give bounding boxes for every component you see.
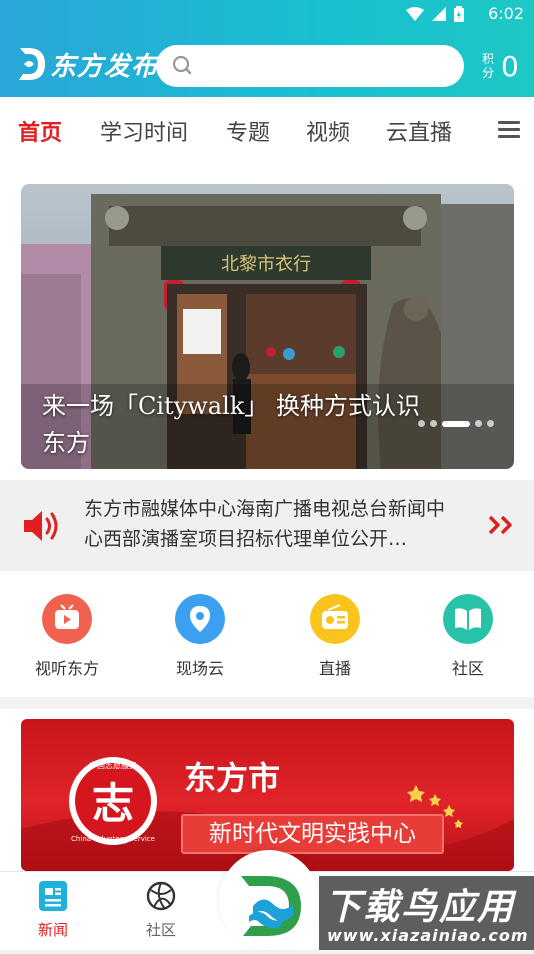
nav-community[interactable]: 社区 <box>126 880 196 940</box>
watermark-title: 下载鸟应用 <box>325 887 516 928</box>
promo-subtitle: 新时代文明实践中心 <box>181 814 444 854</box>
points-value: 0 <box>501 50 519 83</box>
volunteer-badge-text: China Volunteer Service <box>71 835 155 843</box>
carousel-dot <box>475 420 482 427</box>
search-icon <box>172 55 192 75</box>
battery-icon <box>454 6 464 22</box>
tab-topics[interactable]: 专题 <box>226 115 270 147</box>
carousel-dot <box>487 420 494 427</box>
logo-icon <box>19 48 45 80</box>
news-icon <box>39 881 67 911</box>
volunteer-badge-top: 中国志愿服务 <box>89 760 137 770</box>
promo-title: 东方市 <box>184 759 281 797</box>
watermark-url: www.xiazainiao.com <box>327 926 529 945</box>
shortcut-live[interactable]: 直播 <box>285 594 385 679</box>
search-input[interactable] <box>156 45 464 87</box>
volunteer-badge-char: 志 <box>92 779 134 828</box>
status-bar: 6:02 <box>0 0 534 28</box>
tab-video[interactable]: 视频 <box>306 115 350 147</box>
banner-sign: 北黎市衣行 <box>221 254 311 275</box>
book-icon <box>443 594 493 644</box>
radio-icon <box>310 594 360 644</box>
logo-icon <box>241 876 301 936</box>
star-icon <box>443 805 455 817</box>
nav-community-label: 社区 <box>145 921 176 939</box>
notice-text: 东方市融媒体中心海南广播电视总台新闻中心西部演播室项目招标代理单位公开… <box>84 498 446 550</box>
banner-caption: 来一场「Citywalk」 换种方式认识东方 <box>42 392 420 457</box>
status-icons <box>406 6 464 22</box>
carousel-dot-active <box>442 420 470 427</box>
carousel-dot <box>418 420 425 427</box>
double-chevron-right-icon[interactable] <box>488 514 516 536</box>
tv-icon <box>42 594 92 644</box>
notice-bar[interactable]: 东方市融媒体中心海南广播电视总台新闻中心西部演播室项目招标代理单位公开… <box>0 480 534 571</box>
watermark: 下载鸟应用 www.xiazainiao.com <box>319 876 534 950</box>
star-icon <box>454 819 463 828</box>
carousel-indicator <box>418 420 494 427</box>
points-label: 积分 <box>482 52 495 80</box>
star-icon <box>429 794 441 806</box>
center-home-button[interactable] <box>219 850 319 950</box>
shortcut-label: 视听东方 <box>34 659 99 678</box>
section-divider <box>0 697 534 709</box>
shortcut-audio-visual[interactable]: 视听东方 <box>17 594 117 679</box>
tab-study-time[interactable]: 学习时间 <box>100 115 188 147</box>
shortcut-label: 社区 <box>451 659 484 678</box>
promo-banner[interactable]: 志 中国志愿服务 China Volunteer Service 东方市 新时代… <box>21 719 514 871</box>
menu-icon[interactable] <box>498 121 520 139</box>
points-counter[interactable]: 积分 0 <box>482 50 528 84</box>
tab-home[interactable]: 首页 <box>18 115 62 147</box>
shortcut-label: 直播 <box>318 659 351 678</box>
nav-news-label: 新闻 <box>37 921 68 939</box>
location-pin-icon <box>175 594 225 644</box>
tab-cloud-live[interactable]: 云直播 <box>386 115 452 147</box>
app-logo: 东方发布 <box>14 44 158 84</box>
carousel-dot <box>430 420 437 427</box>
community-icon <box>146 881 176 911</box>
speaker-icon <box>24 511 58 541</box>
star-icon <box>407 785 425 802</box>
shortcut-community[interactable]: 社区 <box>418 594 518 679</box>
signal-icon <box>432 7 446 21</box>
status-time: 6:02 <box>488 4 524 23</box>
app-name: 东方发布 <box>50 51 159 82</box>
shortcut-label: 现场云 <box>175 659 224 678</box>
nav-news[interactable]: 新闻 <box>18 880 88 940</box>
wifi-icon <box>406 7 424 21</box>
shortcut-grid: 视听东方 现场云 直播 社区 <box>0 578 534 696</box>
shortcut-on-site-cloud[interactable]: 现场云 <box>150 594 250 679</box>
category-tabs: 首页 学习时间 专题 视频 云直播 <box>0 97 534 165</box>
